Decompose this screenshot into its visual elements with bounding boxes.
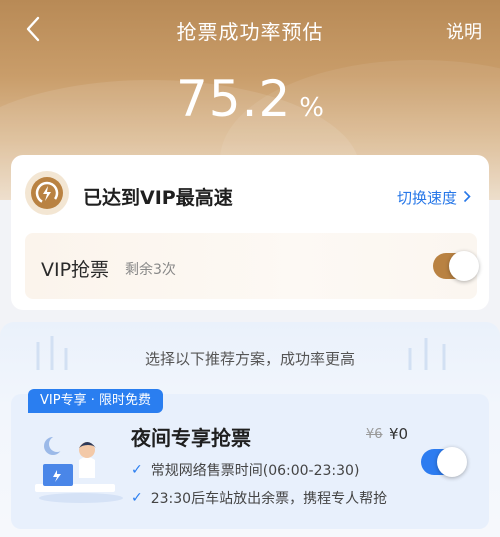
vip-label: VIP抢票 xyxy=(41,259,110,281)
speed-gauge-icon xyxy=(25,171,69,215)
feature-item: ✓ 23:30后车站放出余票，携程专人帮抢 xyxy=(131,488,387,508)
back-button[interactable] xyxy=(18,14,48,44)
check-icon: ✓ xyxy=(131,462,143,478)
original-price: ¥6 xyxy=(366,427,383,442)
success-rate-unit: % xyxy=(299,93,325,123)
chevron-right-icon xyxy=(463,189,471,207)
switch-speed-link[interactable]: 切换速度 xyxy=(397,187,471,208)
current-price: ¥0 xyxy=(389,425,409,443)
plan-title: 夜间专享抢票 xyxy=(131,426,251,450)
feature-text: 23:30后车站放出余票，携程专人帮抢 xyxy=(150,491,388,507)
toggle-knob xyxy=(449,251,479,281)
plan-tip: 选择以下推荐方案，成功率更高 xyxy=(144,350,355,368)
vip-free-badge: VIP专享 · 限时免费 xyxy=(28,389,163,413)
toggle-knob xyxy=(437,447,467,477)
help-button[interactable]: 说明 xyxy=(446,18,482,44)
speed-row: 已达到VIP最高速 切换速度 xyxy=(11,155,489,235)
success-rate-value: 75.2 xyxy=(175,70,292,128)
feature-text: 常规网络售票时间(06:00-23:30) xyxy=(150,463,360,479)
agent-illustration-icon xyxy=(35,436,123,503)
vip-remaining: 剩余3次 xyxy=(125,262,176,278)
switch-speed-label: 切换速度 xyxy=(396,189,457,207)
chevron-left-icon xyxy=(26,16,40,42)
page-title: 抢票成功率预估 xyxy=(176,19,324,44)
success-rate: 75.2% xyxy=(0,70,500,128)
night-plan-card[interactable]: VIP专享 · 限时免费 夜间专享抢票 ¥6 ¥0 ✓ 常规网络售票时间(06:… xyxy=(11,389,489,529)
plan-toggle[interactable] xyxy=(421,447,467,477)
speed-title: 已达到VIP最高速 xyxy=(83,187,233,209)
nav-bar: 抢票成功率预估 说明 xyxy=(0,0,500,60)
vip-ticket-row: VIP抢票 剩余3次 xyxy=(25,233,479,299)
speed-card: 已达到VIP最高速 切换速度 VIP抢票 剩余3次 xyxy=(11,155,489,310)
check-icon: ✓ xyxy=(131,490,143,506)
plan-section: 选择以下推荐方案，成功率更高 VIP专享 · 限时免费 夜间专享抢票 ¥6 ¥0… xyxy=(0,322,500,537)
vip-toggle[interactable] xyxy=(433,251,479,281)
feature-item: ✓ 常规网络售票时间(06:00-23:30) xyxy=(131,460,359,480)
